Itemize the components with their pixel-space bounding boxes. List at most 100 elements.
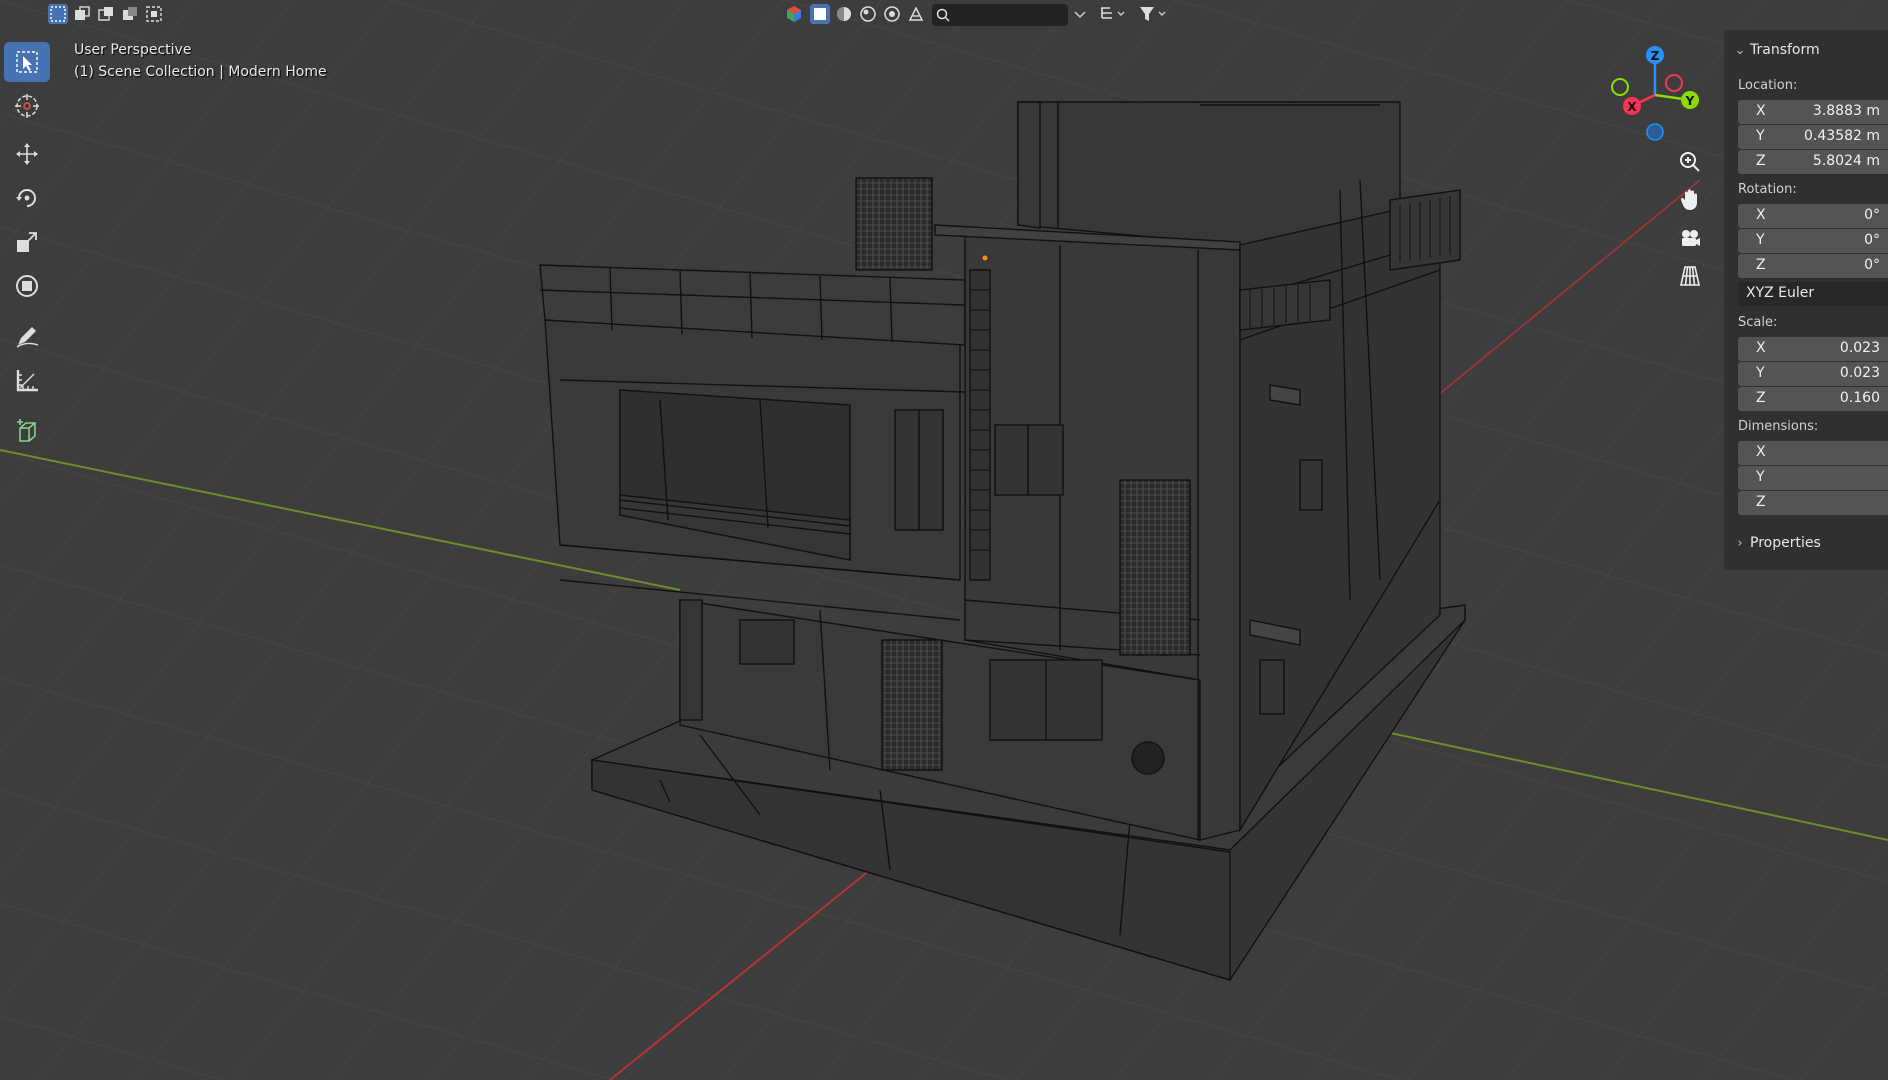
hierarchy-icon: [1101, 7, 1125, 19]
rotation-z-field[interactable]: Z 0°: [1738, 254, 1888, 278]
viewport-header: [0, 0, 1888, 30]
axis-label: Z: [1756, 390, 1766, 406]
select-subtract-mode-button[interactable]: [96, 4, 116, 24]
sidebar-panel: ⌄ Transform Location: X 3.8883 m Y 0.43582…: [1724, 30, 1888, 570]
viewport-canvas: [0, 0, 1888, 1080]
select-subtract-icon: [98, 7, 113, 21]
axis-label: X: [1756, 340, 1766, 356]
axis-label: Z: [1756, 494, 1766, 510]
location-label: Location:: [1738, 78, 1798, 93]
dimensions-x-field[interactable]: X: [1738, 441, 1888, 465]
axis-label: Y: [1756, 232, 1765, 248]
field-value: 0°: [1864, 232, 1880, 248]
annotate-tool-button[interactable]: [4, 316, 50, 356]
transform-icon: [16, 275, 38, 297]
gizmo-neg-x-axis[interactable]: [1665, 74, 1683, 92]
3d-viewport[interactable]: [0, 0, 1888, 1080]
scale-icon: [17, 232, 37, 252]
scale-tool-button[interactable]: [4, 222, 50, 262]
outliner-search-field[interactable]: [932, 4, 1068, 26]
rotate-icon: [16, 189, 36, 207]
field-value: 0°: [1864, 257, 1880, 273]
cursor-tool-button[interactable]: [4, 86, 50, 126]
shading-solid-button[interactable]: [834, 4, 854, 24]
gizmo-neg-z-axis[interactable]: [1646, 123, 1664, 141]
chevron-right-icon: ›: [1737, 535, 1743, 551]
chevron-down-icon: [1074, 11, 1086, 19]
rotation-x-field[interactable]: X 0°: [1738, 204, 1888, 228]
zoom-icon: [1680, 152, 1700, 172]
scale-y-field[interactable]: Y 0.023: [1738, 362, 1888, 386]
rotation-y-field[interactable]: Y 0°: [1738, 229, 1888, 253]
location-z-field[interactable]: Z 5.8024 m: [1738, 150, 1888, 174]
select-invert-mode-button[interactable]: [120, 4, 140, 24]
shading-wireframe-button[interactable]: [810, 4, 830, 24]
move-arrows-icon: [16, 143, 38, 165]
scale-x-field[interactable]: X 0.023: [1738, 337, 1888, 361]
axis-label: X: [1756, 103, 1766, 119]
overlay-color-icon: [787, 6, 801, 22]
axis-label: Y: [1756, 469, 1765, 485]
field-value: 0.023: [1839, 340, 1880, 356]
add-cube-icon: [17, 419, 36, 442]
overlays-button[interactable]: [906, 4, 926, 24]
3d-cursor-icon: [15, 94, 39, 118]
gizmo-y-label: Y: [1685, 94, 1695, 108]
ruler-icon: [16, 370, 38, 392]
field-value: 3.8883 m: [1812, 103, 1880, 119]
dimensions-y-field[interactable]: Y: [1738, 466, 1888, 490]
field-value: 5.8024 m: [1812, 153, 1880, 169]
select-invert-icon: [123, 7, 137, 20]
select-tool-button[interactable]: [4, 42, 50, 82]
select-intersect-icon: [146, 6, 162, 22]
hand-icon: [1680, 189, 1697, 211]
transform-panel-header[interactable]: ⌄ Transform: [1724, 37, 1888, 63]
axis-label: Z: [1756, 257, 1766, 273]
location-y-field[interactable]: Y 0.43582 m: [1738, 125, 1888, 149]
add-cube-tool-button[interactable]: [4, 412, 50, 452]
dimensions-z-field[interactable]: Z: [1738, 491, 1888, 515]
select-intersect-mode-button[interactable]: [144, 4, 164, 24]
pan-view-button[interactable]: [1672, 182, 1708, 218]
viewport-collection-label: (1) Scene Collection | Modern Home: [74, 64, 327, 80]
properties-panel-header[interactable]: › Properties: [1724, 530, 1888, 556]
rotation-label: Rotation:: [1738, 182, 1797, 197]
search-icon: [936, 8, 950, 22]
field-value: 0°: [1864, 207, 1880, 223]
gizmo-z-label: Z: [1651, 49, 1660, 63]
material-sphere-icon: [860, 6, 876, 22]
gizmo-x-label: X: [1627, 100, 1637, 114]
zoom-view-button[interactable]: [1672, 144, 1708, 180]
chevron-down-icon: ⌄: [1734, 42, 1746, 58]
shading-rendered-button[interactable]: [882, 4, 902, 24]
measure-tool-button[interactable]: [4, 360, 50, 400]
select-extend-mode-button[interactable]: [72, 4, 92, 24]
select-new-mode-button[interactable]: [48, 4, 68, 24]
rotation-mode-dropdown[interactable]: XYZ Euler: [1738, 282, 1888, 306]
dimensions-label: Dimensions:: [1738, 419, 1819, 434]
camera-view-button[interactable]: [1672, 220, 1708, 256]
location-x-field[interactable]: X 3.8883 m: [1738, 100, 1888, 124]
filter-dropdown[interactable]: [1136, 4, 1172, 24]
axis-label: X: [1756, 207, 1766, 223]
viewport-mode-label: User Perspective: [74, 42, 192, 58]
transform-tool-button[interactable]: [4, 266, 50, 306]
field-value: 0.43582 m: [1804, 128, 1880, 144]
viewport-shading-toggle[interactable]: [784, 4, 804, 24]
axis-label: Z: [1756, 153, 1766, 169]
shading-material-button[interactable]: [858, 4, 878, 24]
object-origin: [982, 255, 988, 261]
move-tool-button[interactable]: [4, 134, 50, 174]
display-mode-dropdown[interactable]: [1096, 4, 1132, 24]
select-box-icon: [50, 6, 66, 22]
scale-z-field[interactable]: Z 0.160: [1738, 387, 1888, 411]
search-options-dropdown[interactable]: [1070, 4, 1090, 24]
gizmo-neg-y-axis[interactable]: [1611, 78, 1629, 96]
camera-icon: [1682, 230, 1700, 246]
toggle-perspective-button[interactable]: [1672, 258, 1708, 294]
search-input[interactable]: [932, 4, 1068, 26]
filter-icon: [1140, 7, 1166, 21]
cursor-select-icon: [16, 51, 38, 73]
navigation-gizmo[interactable]: Z Y X: [1600, 40, 1710, 150]
rotate-tool-button[interactable]: [4, 178, 50, 218]
